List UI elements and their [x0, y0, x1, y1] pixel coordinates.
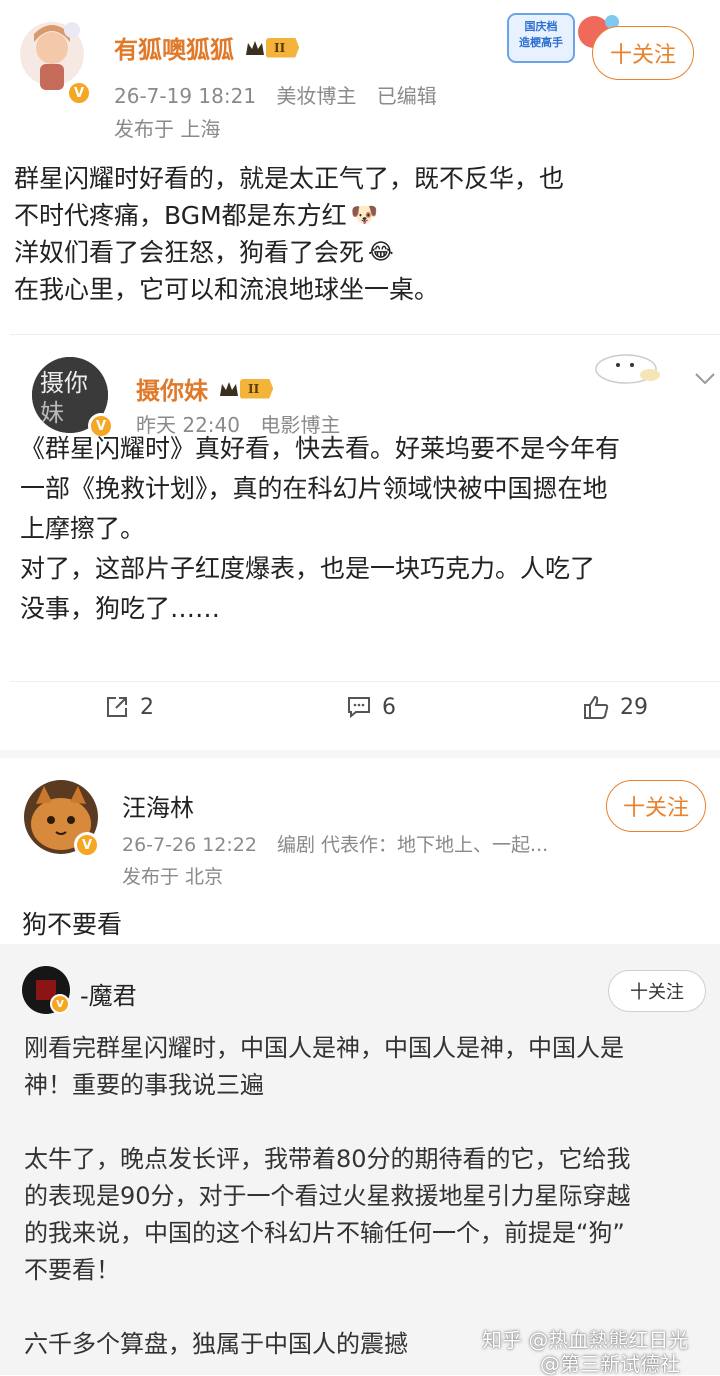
username[interactable]: 有狐噢狐狐 [114, 30, 234, 65]
username[interactable]: 汪海林 [122, 788, 194, 823]
follow-button[interactable]: 十关注 [592, 26, 694, 80]
share-icon [107, 697, 127, 717]
like-button[interactable]: 29 [582, 694, 648, 720]
post-text: 群星闪耀时好看的，就是太正气了，既不反华，也 不时代疼痛，BGM都是东方红 🐶 洋… [14, 164, 565, 304]
watermark: 知乎 @热血熱熊红日光 @第三新试德社 [482, 1328, 689, 1376]
crown-icon [246, 40, 264, 55]
username[interactable]: -魔君 [80, 976, 137, 1011]
comment-icon [348, 697, 370, 719]
post-location: 发布于 上海 [114, 117, 221, 141]
svg-text:摄你: 摄你 [40, 369, 88, 397]
post-text: 狗不要看 [22, 910, 123, 939]
follow-button[interactable]: 十关注 [606, 780, 706, 832]
laugh-emoji-icon: 😂 [368, 240, 394, 265]
share-button[interactable]: 2 [104, 694, 154, 720]
post-text: 刚看完群星闪耀时，中国人是神，中国人是神，中国人是 神！重要的事我说三遍 太牛了… [24, 1034, 631, 1358]
comment-button[interactable]: 6 [346, 694, 396, 720]
thumbs-up-icon [584, 695, 609, 719]
post-meta: 26-7-26 12:22 编剧 代表作：地下地上、一起... [122, 834, 549, 856]
svg-text:妹: 妹 [40, 399, 64, 427]
avatar[interactable]: V [12, 12, 92, 106]
post-3: V -魔君 十关注 刚看完群星闪耀时，中国人是神，中国人是神，中国人是 神！重要… [0, 944, 720, 1376]
post-1: V 有狐噢狐狐 II 26-7-19 18:21 美妆博主 已编辑 发布于 上海… [0, 0, 720, 330]
post-location: 发布于 北京 [122, 866, 224, 888]
post-meta: 26-7-19 18:21 美妆博主 已编辑 [114, 84, 437, 108]
level-badge: II [218, 376, 274, 402]
level-badge: II [244, 35, 300, 61]
follow-button[interactable]: 十关注 [608, 970, 706, 1012]
repost-text: 《群星闪耀时》真好看，快去看。好莱坞要不是今年有 一部《挽救计划》，真的在科幻片… [20, 434, 621, 623]
dog-emoji-icon: 🐶 [350, 203, 379, 228]
crown-icon [220, 381, 238, 396]
action-bar: 2 6 29 [10, 681, 720, 732]
repost-card[interactable]: 摄你 妹 V 摄你妹 II 昨天 22:40 电影博主 《群星闪耀时》真好看，快… [10, 334, 720, 747]
chevron-down-icon[interactable] [694, 371, 716, 385]
post-2: V 汪海林 26-7-26 12:22 编剧 代表作：地下地上、一起... 发布… [0, 750, 720, 952]
username[interactable]: 摄你妹 [136, 371, 208, 406]
sticker [586, 341, 676, 385]
